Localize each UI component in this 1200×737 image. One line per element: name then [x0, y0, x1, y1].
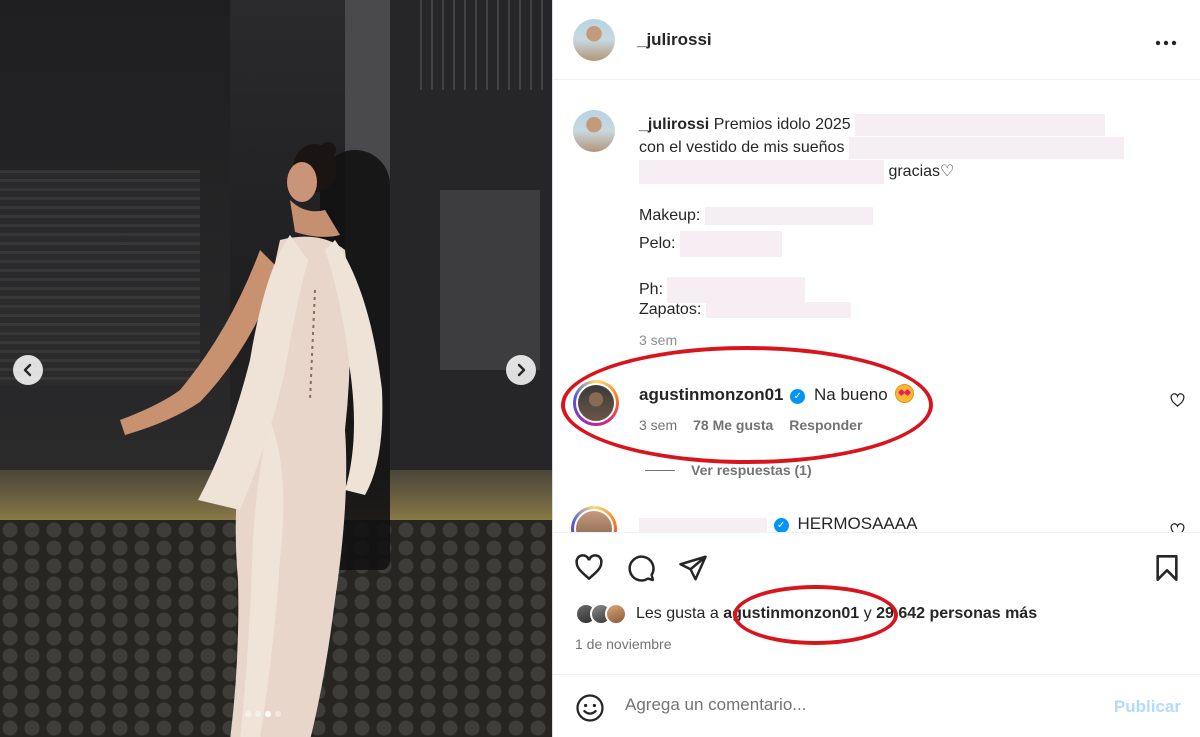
- carousel-dot-active: [265, 711, 271, 717]
- redacted-text: [848, 137, 1124, 159]
- emoji-smiley-icon[interactable]: [575, 693, 605, 723]
- caption-text-1: Premios idolo 2025: [713, 116, 851, 134]
- reply-button[interactable]: Responder: [789, 417, 862, 433]
- replies-divider: [645, 469, 675, 471]
- comment-text: Na bueno: [813, 385, 888, 404]
- author-username[interactable]: _julirossi: [637, 30, 712, 50]
- zapatos-label: Zapatos:: [639, 301, 702, 318]
- post-photo[interactable]: [0, 0, 552, 737]
- author-avatar[interactable]: [573, 19, 615, 61]
- caption-line-2: con el vestido de mis sueños: [639, 137, 1124, 159]
- view-replies-label: Ver respuestas (1): [691, 462, 812, 478]
- caption-ph: Ph:: [639, 277, 806, 303]
- likes-summary: Les gusta a agustinmonzon01 y 29.642 per…: [575, 603, 1037, 625]
- caption-zapatos: Zapatos:: [639, 301, 851, 319]
- more-horizontal-icon: [1155, 40, 1177, 46]
- caption-time: 3 sem: [639, 332, 678, 348]
- comment-likes-count[interactable]: 78 Me gusta: [693, 417, 773, 433]
- comment-meta: 3 sem 78 Me gusta Responder: [639, 417, 862, 433]
- share-send-icon[interactable]: [678, 553, 708, 583]
- comment-body: agustinmonzon01 ✓ Na bueno: [639, 384, 915, 405]
- heart-eyes-emoji-icon: [895, 384, 915, 403]
- verified-badge-icon: ✓: [790, 389, 806, 404]
- caption-makeup: Makeup:: [639, 207, 873, 225]
- likes-username[interactable]: agustinmonzon01: [723, 605, 859, 623]
- redacted-text: [667, 277, 806, 303]
- caption-text-3: gracias♡: [888, 163, 955, 181]
- comment-avatar[interactable]: [573, 380, 619, 426]
- save-bookmark-icon[interactable]: [1153, 553, 1181, 583]
- publish-button[interactable]: Publicar: [1114, 697, 1181, 717]
- like-heart-icon[interactable]: [573, 553, 605, 583]
- redacted-text: [704, 207, 873, 225]
- carousel-next-button[interactable]: [506, 355, 536, 385]
- makeup-label: Makeup:: [639, 207, 701, 225]
- comment-username[interactable]: agustinmonzon01: [639, 385, 784, 404]
- chevron-left-icon: [23, 363, 32, 377]
- comment-icon[interactable]: [626, 553, 656, 583]
- comment-body: ✓ HERMOSAAAA: [639, 514, 917, 534]
- more-options-button[interactable]: [1155, 28, 1177, 50]
- photo-woman-in-dress: [120, 142, 383, 737]
- likes-conjunction: y: [863, 605, 872, 622]
- chevron-right-icon: [517, 363, 526, 377]
- comment-composer: Publicar: [553, 674, 1200, 737]
- redacted-text: [639, 160, 884, 184]
- liker-avatars[interactable]: [575, 603, 627, 625]
- likes-count[interactable]: 29.642 personas más: [876, 605, 1037, 623]
- view-replies-button[interactable]: Ver respuestas (1): [645, 462, 812, 478]
- redacted-username: [639, 517, 767, 532]
- carousel-prev-button[interactable]: [13, 355, 43, 385]
- ph-label: Ph:: [639, 281, 664, 299]
- caption-username[interactable]: _julirossi: [639, 116, 709, 133]
- carousel-dot: [245, 711, 251, 717]
- post-side-panel: _julirossi _julirossi Premios idolo 2025…: [552, 0, 1200, 737]
- caption-author-avatar[interactable]: [573, 110, 615, 152]
- post-actions: Les gusta a agustinmonzon01 y 29.642 per…: [553, 532, 1200, 737]
- comment-input[interactable]: [625, 695, 1085, 715]
- likes-prefix: Les gusta a: [636, 605, 719, 622]
- redacted-text: [855, 114, 1106, 136]
- photo-door: [440, 190, 540, 370]
- caption-pelo: Pelo:: [639, 231, 782, 257]
- caption-line-1: _julirossi Premios idolo 2025: [639, 114, 1106, 136]
- carousel-indicator: [245, 711, 281, 717]
- caption-text-2: con el vestido de mis sueños: [639, 139, 845, 157]
- redacted-text: [679, 231, 782, 257]
- carousel-dot: [275, 711, 281, 717]
- photo-balcony: [420, 0, 552, 90]
- caption-line-3: gracias♡: [639, 160, 954, 184]
- post-header: _julirossi: [553, 0, 1200, 80]
- post-date[interactable]: 1 de noviembre: [575, 636, 672, 652]
- verified-badge-icon: ✓: [773, 518, 789, 533]
- carousel-dot: [255, 711, 261, 717]
- redacted-text: [705, 301, 851, 318]
- comment-text: HERMOSAAAA: [797, 514, 918, 533]
- pelo-label: Pelo:: [639, 235, 676, 253]
- comment-like-heart-icon[interactable]: [1170, 393, 1185, 408]
- comment-time: 3 sem: [639, 417, 678, 433]
